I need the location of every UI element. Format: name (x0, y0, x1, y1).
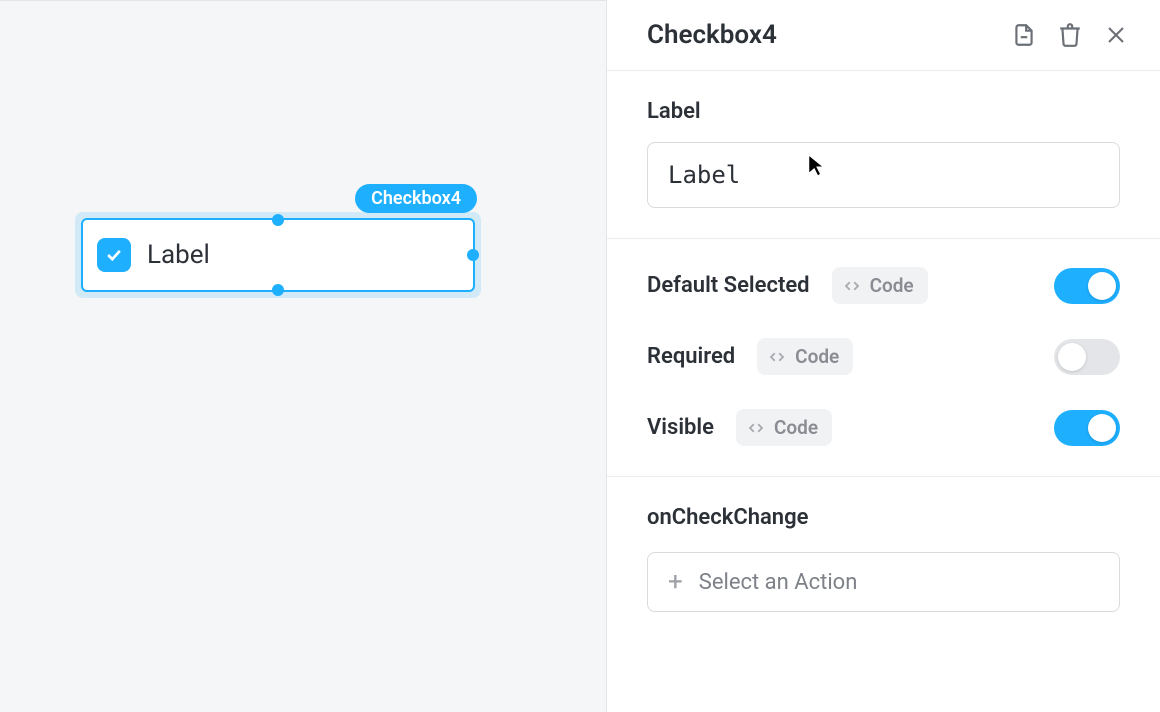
property-name: Visible (647, 415, 714, 440)
checkbox-label-text: Label (147, 240, 210, 270)
code-toggle-button[interactable]: Code (832, 267, 928, 304)
resize-handle-top[interactable] (272, 214, 284, 226)
selection-tag[interactable]: Checkbox4 (355, 184, 477, 213)
checkbox-indicator[interactable] (97, 238, 131, 272)
checkbox-component[interactable]: Label (81, 218, 475, 292)
code-pill-label: Code (795, 345, 839, 368)
label-section: Label (607, 71, 1160, 239)
action-select[interactable]: + Select an Action (647, 552, 1120, 612)
toggle-knob (1058, 343, 1086, 371)
code-icon (746, 419, 766, 437)
code-pill-label: Code (774, 416, 818, 439)
duplicate-button[interactable] (1010, 21, 1038, 49)
close-icon (1104, 23, 1128, 47)
toggle-knob (1088, 272, 1116, 300)
property-row: Default Selected Code (647, 267, 1120, 304)
delete-button[interactable] (1056, 21, 1084, 49)
selected-component-outline[interactable]: Checkbox4 Label (75, 212, 481, 298)
property-toggle[interactable] (1054, 268, 1120, 304)
plus-icon: + (668, 569, 683, 595)
property-name: Default Selected (647, 273, 810, 298)
code-icon (842, 277, 862, 295)
properties-section: Default Selected Code Required Code Visible C… (607, 239, 1160, 477)
toggle-knob (1088, 414, 1116, 442)
code-pill-label: Code (870, 274, 914, 297)
trash-icon (1057, 22, 1083, 48)
check-icon (104, 245, 124, 265)
resize-handle-right[interactable] (467, 249, 479, 261)
code-toggle-button[interactable]: Code (736, 409, 832, 446)
panel-title: Checkbox4 (647, 20, 777, 50)
property-name: Required (647, 344, 735, 369)
property-toggle[interactable] (1054, 339, 1120, 375)
resize-handle-bottom[interactable] (272, 284, 284, 296)
property-row: Visible Code (647, 409, 1120, 446)
label-field-title: Label (647, 99, 1120, 124)
code-toggle-button[interactable]: Code (757, 338, 853, 375)
action-select-placeholder: Select an Action (699, 570, 858, 595)
label-input[interactable] (647, 142, 1120, 208)
code-icon (767, 348, 787, 366)
event-name: onCheckChange (647, 505, 1120, 530)
property-row: Required Code (647, 338, 1120, 375)
events-section: onCheckChange + Select an Action (607, 477, 1160, 642)
design-canvas[interactable]: Checkbox4 Label (0, 0, 606, 712)
document-icon (1011, 22, 1037, 48)
panel-header: Checkbox4 (607, 0, 1160, 71)
property-toggle[interactable] (1054, 410, 1120, 446)
close-button[interactable] (1102, 21, 1130, 49)
properties-panel: Checkbox4 (606, 0, 1160, 712)
